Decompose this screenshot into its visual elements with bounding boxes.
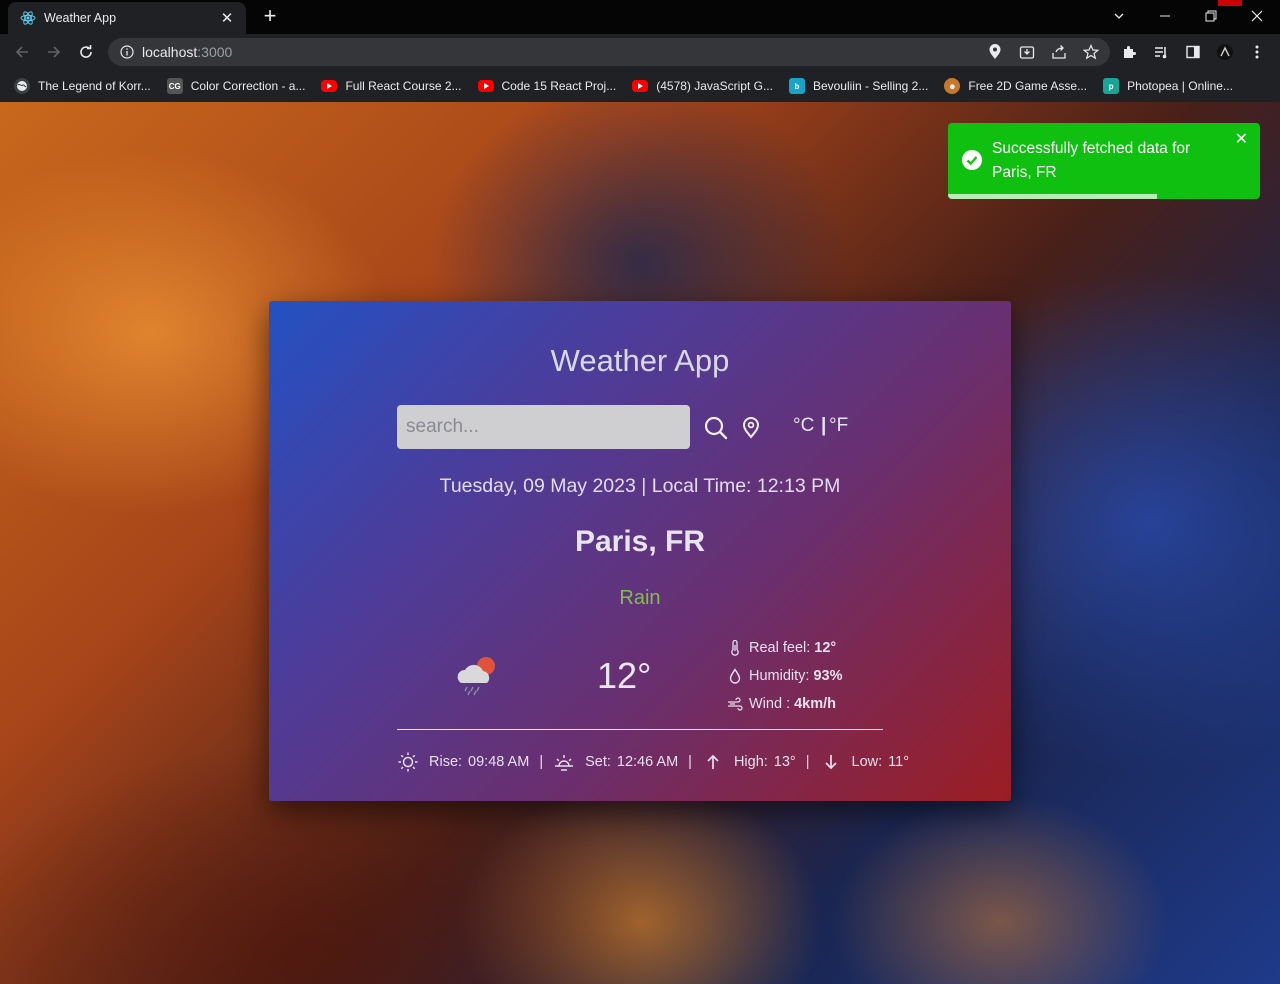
install-app-icon[interactable] [1018,43,1036,61]
photopea-icon: p [1103,78,1120,94]
fahrenheit-button[interactable]: °F [829,415,848,437]
bookmark-item[interactable]: b Bevouliin - Selling 2... [788,78,928,94]
url-host: localhost [142,44,198,60]
bookmarks-bar: The Legend of Korr... CG Color Correctio… [0,70,1280,102]
sunset-icon [553,751,575,773]
wind-label: Wind : [749,696,791,712]
separator: | [539,754,544,770]
page-background: Successfully fetched data for Paris, FR … [0,102,1280,984]
chrome-menu-icon[interactable] [1248,43,1266,61]
bookmark-item[interactable]: p Photopea | Online... [1103,78,1233,94]
toast-progress-bar [948,194,1158,199]
tab-close-icon[interactable]: ✕ [218,9,236,27]
tab-title: Weather App [44,11,117,25]
side-panel-icon[interactable] [1184,43,1202,61]
game-asset-icon: ☻ [944,78,961,94]
success-toast: Successfully fetched data for Paris, FR … [948,123,1260,199]
high-label: High: [733,754,768,770]
bookmark-item[interactable]: Full React Course 2... [321,79,462,93]
bookmark-star-icon[interactable] [1082,43,1100,61]
url-port: :3000 [197,44,233,60]
browser-toolbar: localhost:3000 [0,34,1280,70]
sun-temp-summary: Rise: 09:48 AM | Set: 12:46 AM | High: 1… [397,751,909,773]
arrow-down-icon [820,751,842,773]
wind-icon [727,696,743,712]
restore-icon[interactable] [1188,0,1234,32]
youtube-icon [321,80,338,92]
real-feel-label: Real feel: [749,640,811,656]
location-pin-icon[interactable] [986,43,1004,61]
high-value: 13° [773,754,796,770]
arrow-up-icon [702,751,724,773]
globe-icon [14,78,30,94]
bookmark-item[interactable]: Code 15 React Proj... [477,79,616,93]
react-icon [20,11,36,25]
humidity-value: 93% [813,668,843,684]
bookmark-item[interactable]: The Legend of Korr... [14,78,151,94]
sunrise-value: 09:48 AM [468,754,530,770]
search-icon[interactable] [703,415,729,441]
date-time-line: Tuesday, 09 May 2023 | Local Time: 12:13… [439,475,841,497]
reading-list-icon[interactable] [1152,43,1170,61]
city-name: Paris, FR [574,525,706,558]
droplet-icon [727,668,743,684]
app-title: Weather App [550,343,730,378]
bookmark-item[interactable]: ☻ Free 2D Game Asse... [944,78,1087,94]
youtube-icon [477,80,494,92]
extensions-puzzle-icon[interactable] [1120,43,1138,61]
weather-card: Weather App °C | °F Tuesday, 09 May 2023… [269,301,1011,801]
reload-icon[interactable] [74,40,98,64]
youtube-icon [632,80,649,92]
minimize-icon[interactable] [1142,0,1188,32]
humidity-row: Humidity: 93% [727,668,842,684]
sunrise-icon [397,751,419,773]
weather-condition: Rain [619,587,661,609]
celsius-button[interactable]: °C [793,415,814,437]
wind-value: 4km/h [794,696,837,712]
sunset-value: 12:46 AM [616,754,679,770]
bookmark-item[interactable]: CG Color Correction - a... [166,78,305,94]
temperature: 12° [597,655,652,696]
thermometer-icon [727,640,743,656]
profile-avatar-icon[interactable] [1216,43,1234,61]
wind-row: Wind :4km/h [727,696,836,712]
location-pin-icon[interactable] [741,417,761,439]
close-window-icon[interactable] [1234,0,1280,32]
forward-arrow-icon[interactable] [42,40,66,64]
browser-tab-strip: Weather App ✕ + [0,0,1280,34]
info-icon[interactable] [120,45,134,59]
cg-icon: CG [166,78,183,94]
low-value: 11° [888,754,910,770]
separator: | [805,754,810,770]
tab-search-chevron-icon[interactable] [1096,0,1142,32]
toast-message: Successfully fetched data for Paris, FR [992,140,1191,181]
back-arrow-icon[interactable] [10,40,34,64]
real-feel-value: 12° [814,640,837,656]
unit-separator: | [821,415,827,436]
bookmark-item[interactable]: (4578) JavaScript G... [632,79,773,93]
cloud-sun-rain-icon [457,657,495,696]
separator: | [688,754,692,770]
check-circle-icon [962,150,982,170]
bevouliin-icon: b [788,78,805,94]
divider [397,729,883,730]
address-bar[interactable]: localhost:3000 [108,38,1110,66]
new-tab-button[interactable]: + [258,5,282,29]
real-feel-row: Real feel: 12° [727,640,836,656]
share-icon[interactable] [1050,43,1068,61]
search-input[interactable] [397,405,690,449]
sunrise-label: Rise: [429,754,463,770]
humidity-label: Humidity: [749,668,810,684]
sunset-label: Set: [585,754,611,770]
browser-tab[interactable]: Weather App ✕ [8,2,246,34]
toast-close-icon[interactable]: ✕ [1235,129,1248,149]
low-label: Low: [851,754,883,770]
